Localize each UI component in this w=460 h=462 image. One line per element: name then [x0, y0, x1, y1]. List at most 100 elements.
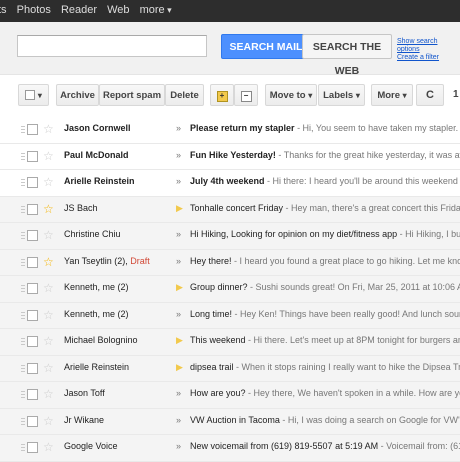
topnav-link-more[interactable]: more — [140, 4, 172, 16]
chevron-down-icon: ▾ — [355, 91, 360, 100]
arrow-marker-icon[interactable]: » — [176, 176, 181, 186]
drag-handle-icon[interactable] — [21, 444, 25, 453]
star-icon[interactable]: ☆ — [43, 148, 54, 164]
drag-handle-icon[interactable] — [21, 417, 25, 427]
star-icon[interactable]: ☆ — [43, 227, 54, 243]
star-icon[interactable]: ☆ — [43, 201, 54, 217]
message-sender: Jason Toff — [64, 388, 168, 398]
message-row[interactable]: ☆ Google Voice » New voicemail from (619) 8… — [0, 435, 460, 462]
action-toolbar: ▾ Archive Report spam Delete + − Move to… — [0, 78, 460, 108]
message-row[interactable]: ☆ Jason Toff » How are you? - Hey there, We… — [0, 382, 460, 409]
row-checkbox[interactable] — [27, 336, 38, 347]
message-row[interactable]: ☆ Jason Cornwell » Please return my stapler… — [0, 117, 460, 144]
arrow-marker-icon[interactable]: » — [176, 415, 181, 425]
star-icon[interactable]: ☆ — [43, 333, 54, 349]
arrow-marker-icon[interactable]: » — [176, 229, 181, 239]
arrow-marker-icon[interactable]: » — [176, 256, 181, 266]
report-spam-button[interactable]: Report spam — [99, 84, 165, 106]
mark-important-button[interactable]: + — [210, 84, 234, 106]
message-subject: dipsea trail — [190, 361, 234, 372]
row-checkbox[interactable] — [27, 389, 38, 400]
drag-handle-icon[interactable] — [21, 258, 25, 268]
message-row[interactable]: ☆ Kenneth, me (2) ▶ Group dinner? - Sushi s… — [0, 276, 460, 303]
message-row[interactable]: ☆ Kenneth, me (2) » Long time! - Hey Ken! T… — [0, 302, 460, 329]
arrow-marker-icon[interactable]: » — [176, 123, 181, 133]
drag-handle-icon[interactable] — [21, 285, 25, 294]
message-sender: Arielle Reinstein — [64, 362, 168, 372]
topnav-link-reader[interactable]: Reader — [61, 4, 97, 16]
star-icon[interactable]: ☆ — [43, 307, 54, 323]
move-to-dropdown[interactable]: Move to ▾ — [265, 84, 317, 106]
search-mail-button[interactable]: SEARCH MAIL — [221, 34, 311, 59]
drag-handle-icon[interactable] — [21, 126, 25, 135]
row-checkbox[interactable] — [27, 415, 38, 427]
arrow-marker-icon[interactable]: » — [176, 388, 181, 398]
star-icon[interactable]: ☆ — [43, 174, 54, 190]
drag-handle-icon[interactable] — [21, 179, 25, 188]
chevron-down-icon: ▾ — [308, 91, 313, 100]
message-row[interactable]: ☆ Arielle Reinstein ▶ dipsea trail - When i… — [0, 355, 460, 382]
message-row[interactable]: ☆ Christine Chiu » Hi Hiking, Looking for o… — [0, 223, 460, 250]
message-sender: Yan Tseytlin (2), Draft — [64, 256, 168, 266]
labels-label: Labels — [323, 90, 354, 101]
archive-button[interactable]: Archive — [56, 84, 99, 106]
star-icon[interactable]: ☆ — [43, 280, 54, 296]
drag-handle-icon[interactable] — [21, 232, 25, 241]
row-checkbox[interactable] — [27, 442, 38, 453]
row-checkbox[interactable] — [27, 203, 38, 215]
arrow-marker-icon[interactable]: » — [176, 441, 181, 451]
message-snippet: - Thanks for the great hike yesterday, i… — [275, 149, 460, 160]
star-icon[interactable]: ☆ — [43, 386, 54, 402]
labels-dropdown[interactable]: Labels ▾ — [318, 84, 365, 106]
star-icon[interactable]: ☆ — [43, 121, 54, 137]
star-icon[interactable]: ☆ — [43, 413, 54, 429]
message-row[interactable]: ☆ Yan Tseytlin (2), Draft » Hey there! - I … — [0, 249, 460, 276]
important-marker-icon[interactable]: ▶ — [176, 362, 183, 373]
row-checkbox[interactable] — [27, 283, 38, 294]
row-checkbox[interactable] — [27, 124, 38, 135]
show-search-options-link[interactable]: Show search options — [397, 38, 460, 54]
topnav-link-web[interactable]: Web — [107, 4, 129, 16]
delete-button[interactable]: Delete — [165, 84, 204, 106]
more-actions-dropdown[interactable]: More ▾ — [371, 84, 413, 106]
refresh-icon: C — [426, 89, 434, 101]
topnav-link-partial[interactable]: ts — [0, 4, 7, 16]
message-row[interactable]: ☆ Paul McDonald » Fun Hike Yesterday! - Tha… — [0, 143, 460, 170]
mark-unimportant-button[interactable]: − — [234, 84, 258, 106]
topnav-link-photos[interactable]: Photos — [17, 4, 51, 16]
drag-handle-icon[interactable] — [21, 364, 25, 374]
drag-handle-icon[interactable] — [21, 311, 25, 321]
row-checkbox[interactable] — [27, 230, 38, 241]
create-filter-link[interactable]: Create a filter — [397, 54, 460, 62]
drag-handle-icon[interactable] — [21, 391, 25, 400]
star-icon[interactable]: ☆ — [43, 360, 54, 376]
important-marker-icon[interactable]: ▶ — [176, 203, 183, 214]
star-icon[interactable]: ☆ — [43, 439, 54, 455]
arrow-marker-icon[interactable]: » — [176, 309, 181, 319]
arrow-marker-icon[interactable]: » — [176, 150, 181, 160]
chevron-down-icon: ▾ — [37, 91, 42, 100]
message-row[interactable]: ☆ Arielle Reinstein » July 4th weekend - Hi… — [0, 170, 460, 197]
message-sender: Paul McDonald — [64, 150, 168, 160]
drag-handle-icon[interactable] — [21, 338, 25, 347]
message-row[interactable]: ☆ Michael Bolognino ▶ This weekend - Hi the… — [0, 329, 460, 356]
message-snippet: - Hi Hiking, I bump — [399, 229, 460, 239]
important-marker-icon[interactable]: ▶ — [176, 335, 183, 346]
row-checkbox[interactable] — [27, 150, 38, 162]
message-row[interactable]: ☆ JS Bach ▶ Tonhalle concert Friday - Hey m… — [0, 196, 460, 223]
search-input[interactable] — [17, 35, 207, 57]
drag-handle-icon[interactable] — [21, 205, 25, 215]
row-checkbox[interactable] — [27, 362, 38, 374]
refresh-button[interactable]: C — [416, 84, 444, 106]
important-marker-icon[interactable]: ▶ — [176, 282, 183, 293]
sender-name: Arielle Reinstein — [64, 361, 130, 372]
row-checkbox[interactable] — [27, 309, 38, 321]
drag-handle-icon[interactable] — [21, 152, 25, 162]
message-row[interactable]: ☆ Jr Wikane » VW Auction in Tacoma - Hi, I … — [0, 408, 460, 435]
message-subject-line: July 4th weekend - Hi there: I heard you… — [190, 176, 460, 186]
row-checkbox[interactable] — [27, 256, 38, 268]
select-all-dropdown[interactable]: ▾ — [18, 84, 49, 106]
star-icon[interactable]: ☆ — [43, 254, 54, 270]
row-checkbox[interactable] — [27, 177, 38, 188]
search-the-web-button[interactable]: SEARCH THE WEB — [302, 34, 392, 77]
